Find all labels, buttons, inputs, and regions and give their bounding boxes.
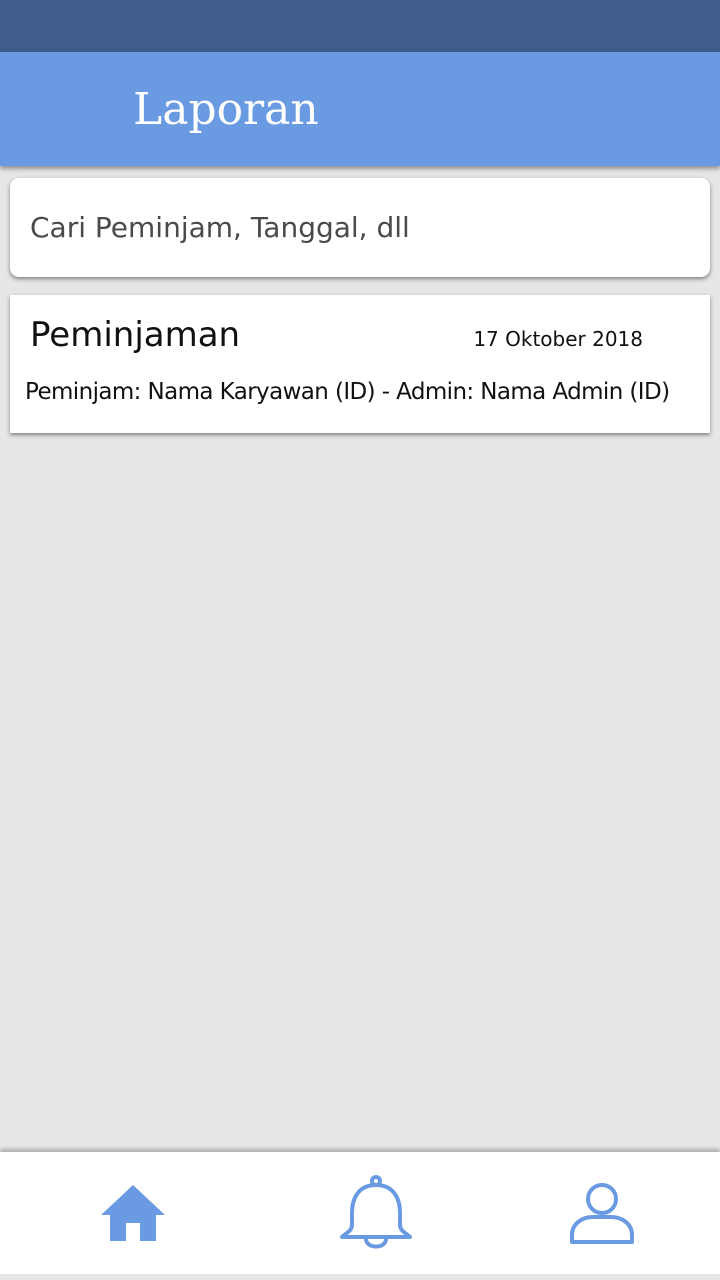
user-icon (569, 1181, 635, 1245)
app-bar: Laporan (0, 52, 720, 166)
report-date: 17 Oktober 2018 (473, 327, 643, 351)
nav-home-button[interactable] (53, 1152, 213, 1274)
bell-icon (336, 1175, 416, 1251)
home-icon (99, 1183, 167, 1243)
report-detail: Peminjam: Nama Karyawan (ID) - Admin: Na… (25, 379, 670, 405)
bottom-strip (0, 1274, 720, 1280)
search-box[interactable] (10, 178, 710, 277)
nav-profile-button[interactable] (522, 1152, 682, 1274)
page-title: Laporan (133, 84, 319, 135)
report-card[interactable]: Peminjaman 17 Oktober 2018 Peminjam: Nam… (10, 295, 710, 433)
search-input[interactable] (30, 204, 680, 250)
bottom-nav (0, 1152, 720, 1274)
nav-notifications-button[interactable] (296, 1152, 456, 1274)
report-type-title: Peminjaman (30, 315, 241, 355)
status-bar (0, 0, 720, 52)
